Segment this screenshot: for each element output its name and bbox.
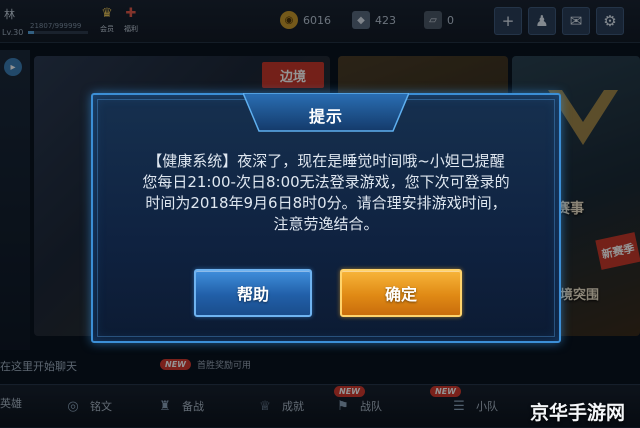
dialog-message-line: 您每日21:00-次日8:00无法登录游戏，您下次可登录的 [142, 173, 510, 191]
dialog-title: 提示 [308, 107, 343, 126]
help-button[interactable]: 帮助 [194, 269, 312, 317]
site-watermark: 京华手游网 [530, 402, 626, 424]
dialog-message: 【健康系统】夜深了，现在是睡觉时间哦~小妲己提醒 您每日21:00-次日8:00… [107, 151, 545, 235]
dialog-message-line: 时间为2018年9月6日8时0分。请合理安排游戏时间， [145, 194, 507, 212]
dialog-message-line: 【健康系统】夜深了，现在是睡觉时间哦~小妲己提醒 [147, 152, 505, 170]
health-system-dialog: 提示 【健康系统】夜深了，现在是睡觉时间哦~小妲己提醒 您每日21:00-次日8… [91, 93, 561, 343]
dialog-message-line: 注意劳逸结合。 [273, 215, 379, 233]
confirm-button[interactable]: 确定 [340, 269, 462, 317]
